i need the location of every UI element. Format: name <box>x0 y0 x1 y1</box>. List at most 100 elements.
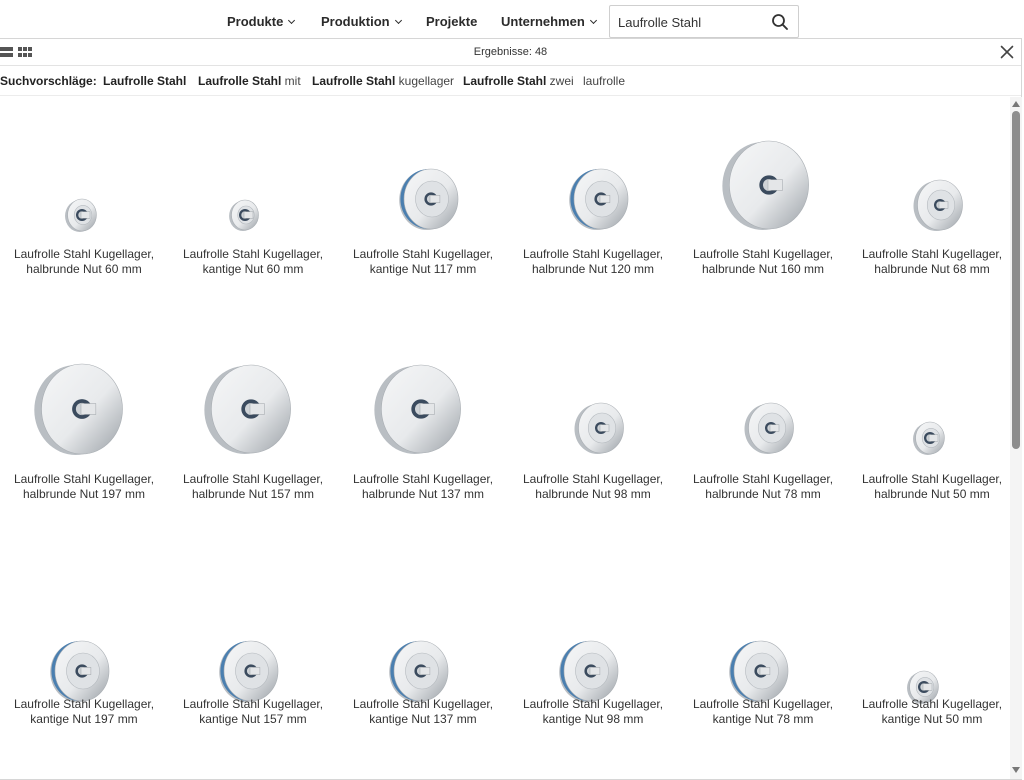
scroll-up-arrow-icon[interactable] <box>1012 101 1020 107</box>
nav-item-unternehmen[interactable]: Unternehmen <box>501 14 597 29</box>
top-navigation: Produkte Produktion Projekte Unternehmen <box>0 0 1024 40</box>
product-title[interactable]: Laufrolle Stahl Kugellager, halbrunde Nut… <box>509 472 677 502</box>
product-image <box>374 364 461 454</box>
product-title[interactable]: Laufrolle Stahl Kugellager, halbrunde Nut… <box>679 247 847 277</box>
search-box <box>609 5 799 38</box>
product-title-line: kantige Nut 50 mm <box>881 712 983 726</box>
product-tile[interactable]: Laufrolle Stahl Kugellager, halbrunde Nut… <box>169 322 337 542</box>
product-tile[interactable]: Laufrolle Stahl Kugellager, kantige Nut 6… <box>169 97 337 317</box>
product-tile[interactable]: Laufrolle Stahl Kugellager, kantige Nut 1… <box>339 97 507 317</box>
scrollbar-thumb[interactable] <box>1012 111 1020 449</box>
product-tile[interactable]: Laufrolle Stahl Kugellager, halbrunde Nut… <box>0 97 168 317</box>
scrollbar[interactable] <box>1010 97 1022 779</box>
product-image <box>229 199 259 231</box>
product-tile[interactable]: Laufrolle Stahl Kugellager, kantige Nut 1… <box>0 547 168 767</box>
product-title[interactable]: Laufrolle Stahl Kugellager, kantige Nut 7… <box>679 697 847 727</box>
product-image <box>219 640 279 702</box>
product-title[interactable]: Laufrolle Stahl Kugellager, halbrunde Nut… <box>848 247 1010 277</box>
product-image <box>34 363 123 455</box>
product-image <box>50 640 110 702</box>
product-title-line: halbrunde Nut 68 mm <box>874 262 990 276</box>
product-title-line: Laufrolle Stahl Kugellager, <box>13 472 155 486</box>
product-image <box>574 402 624 454</box>
product-title-line: Laufrolle Stahl Kugellager, <box>182 697 324 711</box>
suggestion-link[interactable]: Laufrolle Stahl kugellager <box>312 74 454 88</box>
product-tile[interactable]: Laufrolle Stahl Kugellager, kantige Nut 1… <box>169 547 337 767</box>
product-title-line: halbrunde Nut 50 mm <box>874 487 990 501</box>
product-title-line: kantige Nut 60 mm <box>202 262 304 276</box>
product-tile[interactable]: Laufrolle Stahl Kugellager, halbrunde Nut… <box>509 97 677 317</box>
product-image <box>907 670 939 704</box>
product-title[interactable]: Laufrolle Stahl Kugellager, kantige Nut 1… <box>339 697 507 727</box>
product-title-line: Laufrolle Stahl Kugellager, <box>692 697 834 711</box>
product-title[interactable]: Laufrolle Stahl Kugellager, halbrunde Nut… <box>848 472 1010 502</box>
product-tile[interactable]: Laufrolle Stahl Kugellager, halbrunde Nut… <box>679 97 847 317</box>
product-title[interactable]: Laufrolle Stahl Kugellager, kantige Nut 1… <box>0 697 168 727</box>
product-title-line: kantige Nut 197 mm <box>30 712 138 726</box>
product-tile[interactable]: Laufrolle Stahl Kugellager, halbrunde Nut… <box>0 322 168 542</box>
product-title[interactable]: Laufrolle Stahl Kugellager, kantige Nut 5… <box>848 697 1010 727</box>
product-tile[interactable]: Laufrolle Stahl Kugellager, kantige Nut 7… <box>679 547 847 767</box>
product-image <box>389 640 449 702</box>
search-input[interactable] <box>618 13 768 31</box>
suggestion-link[interactable]: laufrolle <box>583 74 625 88</box>
product-title-line: Laufrolle Stahl Kugellager, <box>182 472 324 486</box>
product-title-line: Laufrolle Stahl Kugellager, <box>522 697 664 711</box>
product-image <box>729 640 789 702</box>
chevron-down-icon <box>589 16 597 25</box>
product-title-line: kantige Nut 157 mm <box>199 712 307 726</box>
suggestions-label: Suchvorschläge: <box>0 74 97 88</box>
nav-label: Unternehmen <box>501 14 585 29</box>
nav-label: Produkte <box>227 14 284 29</box>
product-tile[interactable]: Laufrolle Stahl Kugellager, halbrunde Nut… <box>848 322 1010 542</box>
product-title-line: halbrunde Nut 157 mm <box>191 487 315 501</box>
product-title-line: halbrunde Nut 60 mm <box>26 262 142 276</box>
product-title[interactable]: Laufrolle Stahl Kugellager, kantige Nut 1… <box>169 697 337 727</box>
search-results-panel: Ergebnisse: 48 Suchvorschläge: Laufrolle… <box>0 38 1022 780</box>
nav-item-projekte[interactable]: Projekte <box>426 14 477 29</box>
product-tile[interactable]: Laufrolle Stahl Kugellager, kantige Nut 9… <box>509 547 677 767</box>
nav-label: Projekte <box>426 14 478 29</box>
product-image <box>569 168 629 230</box>
search-icon[interactable] <box>771 13 789 31</box>
product-title-line: Laufrolle Stahl Kugellager, <box>692 472 834 486</box>
nav-item-produktion[interactable]: Produktion <box>321 14 402 29</box>
scroll-down-arrow-icon[interactable] <box>1012 767 1020 773</box>
product-title-line: Laufrolle Stahl Kugellager, <box>861 697 1003 711</box>
product-title-line: kantige Nut 98 mm <box>542 712 644 726</box>
product-image <box>744 402 794 454</box>
suggestion-link[interactable]: Laufrolle Stahl <box>103 74 186 88</box>
product-image <box>559 640 619 702</box>
product-title-line: halbrunde Nut 78 mm <box>705 487 821 501</box>
product-title[interactable]: Laufrolle Stahl Kugellager, halbrunde Nut… <box>0 472 168 502</box>
product-tile[interactable]: Laufrolle Stahl Kugellager, halbrunde Nut… <box>509 322 677 542</box>
product-grid: Laufrolle Stahl Kugellager, halbrunde Nut… <box>0 97 1010 779</box>
product-title[interactable]: Laufrolle Stahl Kugellager, kantige Nut 6… <box>169 247 337 277</box>
product-title-line: kantige Nut 78 mm <box>712 712 814 726</box>
results-header: Ergebnisse: 48 <box>0 39 1021 66</box>
product-tile[interactable]: Laufrolle Stahl Kugellager, halbrunde Nut… <box>848 97 1010 317</box>
nav-item-produkte[interactable]: Produkte <box>227 14 296 29</box>
product-title[interactable]: Laufrolle Stahl Kugellager, halbrunde Nut… <box>679 472 847 502</box>
suggestion-link[interactable]: Laufrolle Stahl zwei <box>463 74 574 88</box>
product-title-line: halbrunde Nut 120 mm <box>531 262 655 276</box>
product-title-line: Laufrolle Stahl Kugellager, <box>861 472 1003 486</box>
product-tile[interactable]: Laufrolle Stahl Kugellager, kantige Nut 1… <box>339 547 507 767</box>
product-tile[interactable]: Laufrolle Stahl Kugellager, kantige Nut 5… <box>848 547 1010 767</box>
product-title-line: Laufrolle Stahl Kugellager, <box>692 247 834 261</box>
product-title[interactable]: Laufrolle Stahl Kugellager, halbrunde Nut… <box>0 247 168 277</box>
product-tile[interactable]: Laufrolle Stahl Kugellager, halbrunde Nut… <box>339 322 507 542</box>
product-title[interactable]: Laufrolle Stahl Kugellager, kantige Nut 9… <box>509 697 677 727</box>
close-icon[interactable] <box>999 44 1015 60</box>
product-tile[interactable]: Laufrolle Stahl Kugellager, halbrunde Nut… <box>679 322 847 542</box>
product-title[interactable]: Laufrolle Stahl Kugellager, kantige Nut 1… <box>339 247 507 277</box>
product-title[interactable]: Laufrolle Stahl Kugellager, halbrunde Nut… <box>169 472 337 502</box>
suggestion-link[interactable]: Laufrolle Stahl mit <box>198 74 301 88</box>
product-image <box>722 140 809 230</box>
product-title[interactable]: Laufrolle Stahl Kugellager, halbrunde Nut… <box>509 247 677 277</box>
product-title-line: kantige Nut 117 mm <box>369 262 477 276</box>
product-title-line: Laufrolle Stahl Kugellager, <box>182 247 324 261</box>
product-title-line: kantige Nut 137 mm <box>369 712 477 726</box>
product-title[interactable]: Laufrolle Stahl Kugellager, halbrunde Nut… <box>339 472 507 502</box>
product-title-line: Laufrolle Stahl Kugellager, <box>13 697 155 711</box>
